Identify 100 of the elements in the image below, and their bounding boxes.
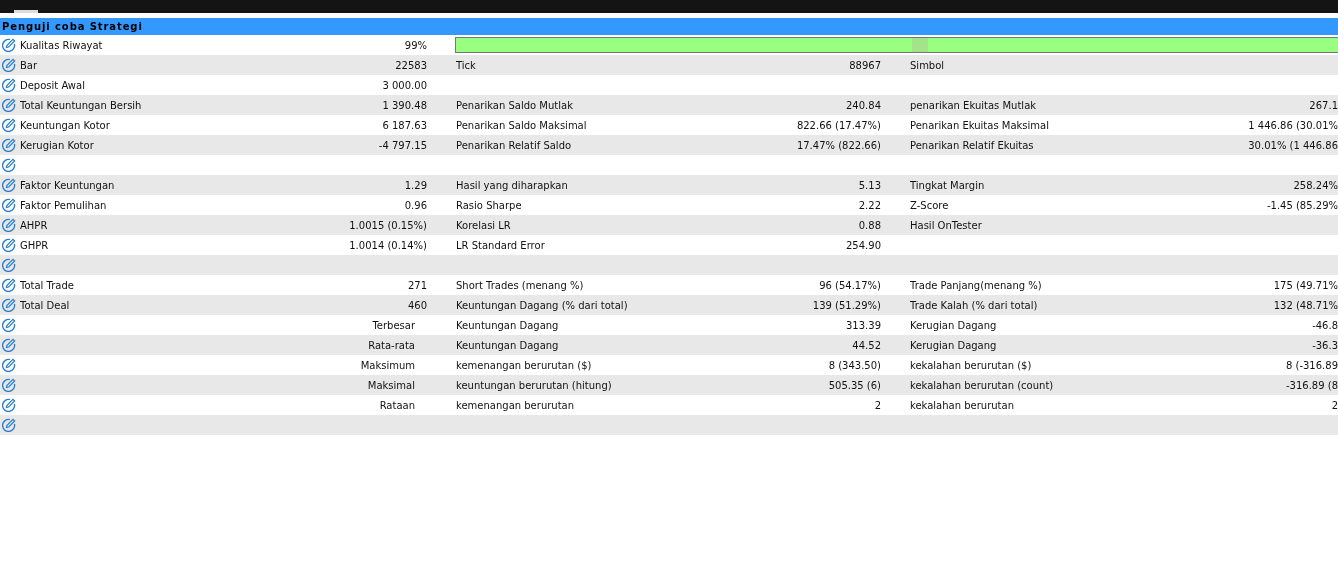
stat-value: 460 [407,299,427,311]
edit-icon[interactable] [2,158,16,172]
edit-icon[interactable] [2,138,16,152]
row-sublabel: Rataan [379,399,415,411]
stat-value: 22583 [395,59,427,71]
stat-value: -1.45 (85.29% [1266,199,1338,211]
stat-value: 3 000.00 [382,79,427,91]
stat-label: Tick [456,59,476,71]
stat-label: LR Standard Error [456,239,545,251]
stat-value: 2 [1331,399,1338,411]
row-sublabel: Maksimal [367,379,415,391]
panel-title: Penguji coba Strategi [0,18,1338,35]
stat-value: 1 390.48 [382,99,427,111]
row-sublabel: Rata-rata [368,339,415,351]
stat-label: Penarikan Relatif Saldo [456,139,572,151]
stat-label: Hasil OnTester [910,219,982,231]
edit-icon[interactable] [2,118,16,132]
stat-value: 17.47% (822.66) [796,139,881,151]
stat-value: 254.90 [846,239,881,251]
edit-icon[interactable] [2,358,16,372]
stat-value: 175 (49.71% [1273,279,1338,291]
edit-icon[interactable] [2,278,16,292]
stat-value: 271 [407,279,427,291]
stat-label: Rasio Sharpe [456,199,522,211]
stat-label: keuntungan berurutan (hitung) [456,379,612,391]
stat-label: kemenangan berurutan [456,399,575,411]
stat-label: Total Keuntungan Bersih [20,99,142,111]
stat-label: Keuntungan Kotor [20,119,110,131]
stat-label: penarikan Ekuitas Mutlak [910,99,1037,111]
edit-icon[interactable] [2,258,16,272]
stat-value: 5.13 [858,179,881,191]
stat-label: Korelasi LR [456,219,511,231]
edit-icon[interactable] [2,58,16,72]
edit-icon[interactable] [2,178,16,192]
edit-icon[interactable] [2,338,16,352]
edit-icon[interactable] [2,238,16,252]
stat-value: 240.84 [846,99,881,111]
stat-value: 1.0015 (0.15%) [349,219,427,231]
stat-value: 267.1 [1309,99,1338,111]
stat-label: Kerugian Dagang [910,319,997,331]
edit-icon[interactable] [2,318,16,332]
stat-label: Short Trades (menang %) [456,279,584,291]
stat-value: -46.8 [1312,319,1338,331]
stat-value: 0.96 [404,199,427,211]
stat-value: 1.0014 (0.14%) [349,239,427,251]
stat-label: Penarikan Relatif Ekuitas [910,139,1034,151]
stat-label: Keuntungan Dagang (% dari total) [456,299,628,311]
stat-label: Trade Panjang(menang %) [910,279,1042,291]
stat-value: 30.01% (1 446.86 [1248,139,1338,151]
stat-label: Kualitas Riwayat [20,39,103,51]
edit-icon[interactable] [2,98,16,112]
stat-label: Hasil yang diharapkan [456,179,568,191]
edit-icon[interactable] [2,378,16,392]
stat-label: Faktor Keuntungan [20,179,115,191]
stat-value: 88967 [849,59,881,71]
stat-value: 99% [404,39,427,51]
stat-value: 44.52 [852,339,881,351]
stat-label: Kerugian Kotor [20,139,94,151]
stat-label: kekalahan berurutan [910,399,1014,411]
stat-value: 132 (48.71% [1273,299,1338,311]
stat-label: Deposit Awal [20,79,85,91]
stat-label: Tingkat Margin [910,179,985,191]
stat-value: 2 [874,399,881,411]
stat-label: Z-Score [910,199,949,211]
stat-value: 1.29 [404,179,427,191]
stat-label: AHPR [20,219,48,231]
stat-label: GHPR [20,239,49,251]
stat-value: 0.88 [858,219,881,231]
stat-label: kekalahan berurutan (count) [910,379,1054,391]
stat-label: Kerugian Dagang [910,339,997,351]
edit-icon[interactable] [2,198,16,212]
stat-label: Penarikan Saldo Maksimal [456,119,587,131]
edit-icon[interactable] [2,398,16,412]
stat-value: 505.35 (6) [828,379,881,391]
stat-label: kemenangan berurutan ($) [456,359,592,371]
stat-value: 6 187.63 [382,119,427,131]
stat-value: 2.22 [858,199,881,211]
stat-label: kekalahan berurutan ($) [910,359,1032,371]
edit-icon[interactable] [2,38,16,52]
stat-label: Keuntungan Dagang [456,339,559,351]
edit-icon[interactable] [2,418,16,432]
stat-label: Penarikan Ekuitas Maksimal [910,119,1049,131]
stat-value: -4 797.15 [378,139,427,151]
stat-value: 139 (51.29%) [812,299,881,311]
edit-icon[interactable] [2,218,16,232]
stat-label: Faktor Pemulihan [20,199,107,211]
stat-value: -316.89 (8 [1285,379,1338,391]
row-sublabel: Maksimum [360,359,415,371]
stat-value: 822.66 (17.47%) [796,119,881,131]
stat-label: Total Deal [20,299,70,311]
stat-label: Keuntungan Dagang [456,319,559,331]
edit-icon[interactable] [2,78,16,92]
stat-label: Penarikan Saldo Mutlak [456,99,573,111]
stat-label: Bar [20,59,38,71]
stat-label: Trade Kalah (% dari total) [910,299,1038,311]
stat-value: 8 (343.50) [828,359,881,371]
edit-icon[interactable] [2,298,16,312]
stat-value: 258.24% [1293,179,1338,191]
row-sublabel: Terbesar [372,319,415,331]
stat-label: Total Trade [20,279,74,291]
